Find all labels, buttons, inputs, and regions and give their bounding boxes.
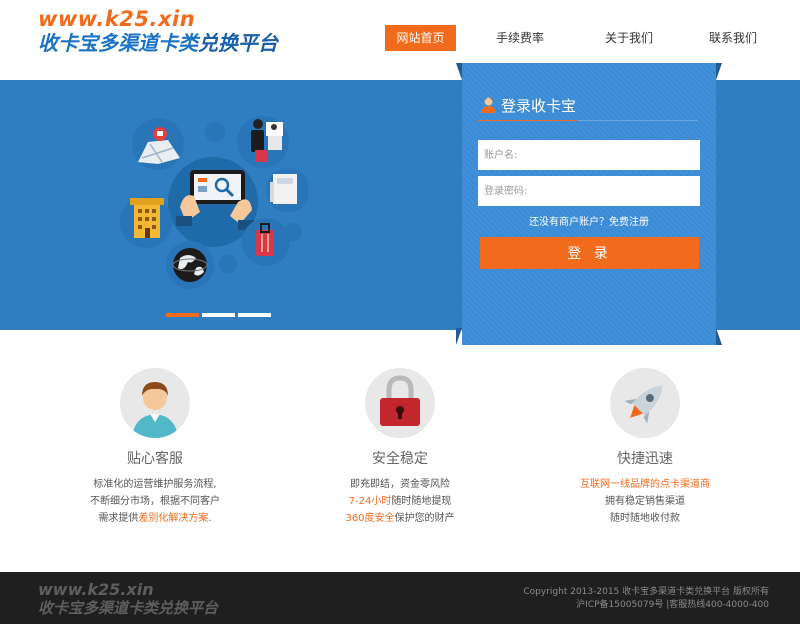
globe-icon xyxy=(172,248,208,282)
feature-speed-title: 快捷迅速 xyxy=(617,451,673,467)
panel-fold-bottom-left xyxy=(456,328,462,345)
feature-speed-circle xyxy=(610,368,680,438)
password-input[interactable] xyxy=(478,176,700,206)
feature-security-circle xyxy=(365,368,435,438)
line-text: . xyxy=(208,513,212,524)
feature-service-title: 贴心客服 xyxy=(127,451,183,467)
line-highlight: 差别化解决方案 xyxy=(138,513,209,524)
feature-service-circle xyxy=(120,368,190,438)
account-input[interactable] xyxy=(478,140,700,170)
feature-service-line-3: 需求提供差别化解决方案. xyxy=(62,512,248,526)
slider-dot-2[interactable] xyxy=(202,313,235,317)
passport-icon xyxy=(270,174,297,204)
footer: www.k25.xin 收卡宝多渠道卡类兑换平台 Copyright 2013-… xyxy=(0,572,800,624)
business-illustration xyxy=(120,116,308,289)
nav-home[interactable]: 网站首页 xyxy=(385,25,456,51)
main-nav: 网站首页 手续费率 关于我们 联系我们 xyxy=(0,25,800,51)
feature-speed-line-3: 随时随地收付款 xyxy=(610,513,680,524)
line-highlight: 互联网一线品牌的点卡渠道商 xyxy=(580,479,710,490)
login-title-text: 登录收卡宝 xyxy=(501,97,577,115)
line-text: 保护您的财产 xyxy=(394,513,455,524)
line-text: 随时随地提现 xyxy=(391,496,452,507)
feature-speed-line-1: 互联网一线品牌的点卡渠道商 xyxy=(552,478,738,492)
nav-fees[interactable]: 手续费率 xyxy=(485,25,555,51)
slider-dot-3[interactable] xyxy=(238,313,271,317)
customer-service-icon xyxy=(132,382,178,438)
footer-logo-slogan: 收卡宝多渠道卡类兑换平台 xyxy=(38,599,219,617)
login-title: 登录收卡宝 xyxy=(480,95,576,117)
slider-dot-1[interactable] xyxy=(166,313,199,317)
footer-logo: www.k25.xin 收卡宝多渠道卡类兑换平台 xyxy=(38,582,238,622)
feature-speed: 快捷迅速 互联网一线品牌的点卡渠道商 拥有稳定销售渠道 随时随地收付款 xyxy=(552,368,742,528)
feature-speed-line-2: 拥有稳定销售渠道 xyxy=(605,496,685,507)
panel-fold-bottom-right xyxy=(716,328,722,345)
feature-security-title: 安全稳定 xyxy=(372,451,428,467)
page: www.k25.xin 收卡宝多渠道卡类兑换平台 网站首页 手续费率 关于我们 … xyxy=(0,0,800,624)
login-title-rule xyxy=(578,120,698,121)
line-highlight: 7-24小时 xyxy=(348,496,392,507)
feature-service-line-2: 不断细分市场，根据不同客户 xyxy=(90,496,220,507)
feature-security-line-2: 7-24小时随时随地提现 xyxy=(307,495,493,509)
copyright-text: Copyright 2013-2015 收卡宝多渠道卡类兑换平台 版权所有 xyxy=(523,587,769,597)
feature-service: 贴心客服 标准化的运营维护服务流程, 不断细分市场，根据不同客户 需求提供差别化… xyxy=(62,368,252,528)
rocket-icon xyxy=(624,385,663,424)
icp-text: 沪ICP备15005079号 |客服热线400-4000-400 xyxy=(576,600,769,610)
padlock-icon xyxy=(380,375,420,426)
user-icon xyxy=(481,97,496,113)
line-text: 需求提供 xyxy=(98,513,139,524)
panel-fold-right xyxy=(716,63,722,80)
register-link[interactable]: 还没有商户账户？免费注册 xyxy=(478,213,700,228)
building-icon xyxy=(130,198,164,238)
feature-service-line-1: 标准化的运营维护服务流程, xyxy=(93,479,217,490)
feature-security-line-3: 360度安全保护您的财产 xyxy=(307,512,493,526)
login-button[interactable]: 登 录 xyxy=(480,237,699,269)
line-highlight: 360度安全 xyxy=(345,513,395,524)
footer-copyright: Copyright 2013-2015 收卡宝多渠道卡类兑换平台 版权所有 沪I… xyxy=(523,586,769,612)
nav-contact[interactable]: 联系我们 xyxy=(700,25,766,51)
feature-security: 安全稳定 即充即结，资金零风险 7-24小时随时随地提现 360度安全保护您的财… xyxy=(307,368,497,528)
footer-logo-url: www.k25.xin xyxy=(38,580,154,599)
feature-security-line-1: 即充即结，资金零风险 xyxy=(350,479,450,490)
nav-about[interactable]: 关于我们 xyxy=(595,25,663,51)
